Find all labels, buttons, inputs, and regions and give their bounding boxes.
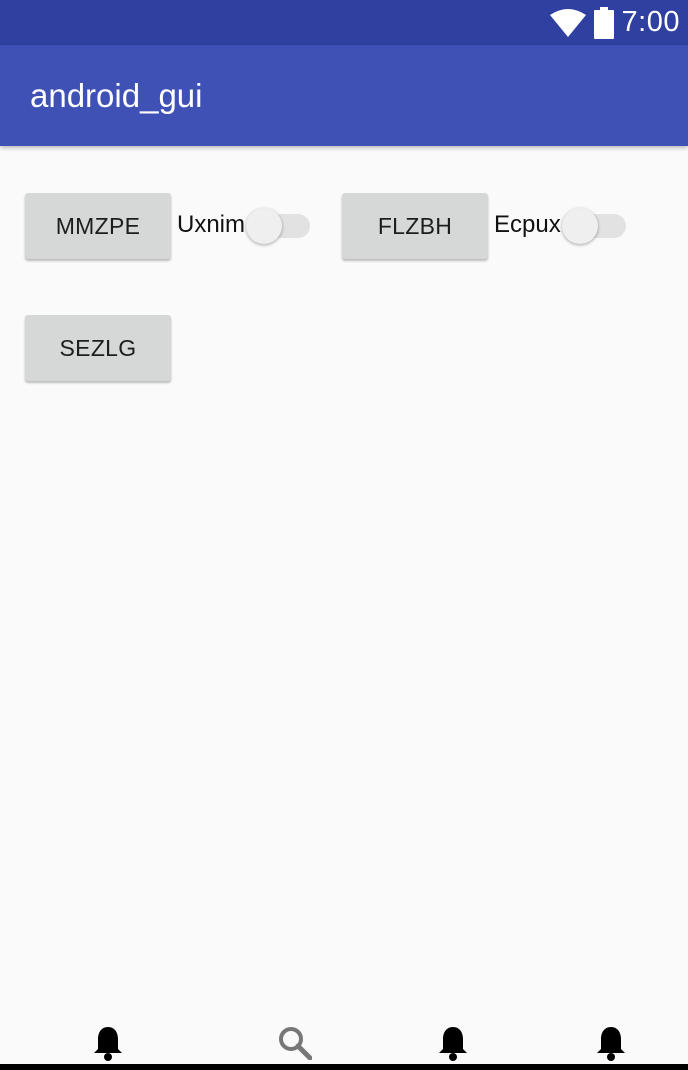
bottom-navigation <box>0 1016 688 1066</box>
app-bar: android_gui <box>0 45 688 146</box>
nav-item-bell-2[interactable] <box>435 1024 471 1062</box>
mmzpe-button[interactable]: MMZPE <box>25 193 171 259</box>
nav-item-bell-3[interactable] <box>593 1024 629 1062</box>
switch-label-uxnim: Uxnim <box>177 211 246 238</box>
nav-item-bell-1[interactable] <box>90 1024 126 1062</box>
flzbh-button[interactable]: FLZBH <box>342 193 488 259</box>
sezlg-button[interactable]: SEZLG <box>25 315 171 381</box>
bell-icon <box>439 1027 467 1061</box>
switch-thumb <box>562 208 598 244</box>
switch-label-ecpux: Ecpux <box>494 211 561 238</box>
nav-item-search[interactable] <box>277 1024 313 1062</box>
battery-icon <box>593 6 614 39</box>
switch-thumb <box>246 208 282 244</box>
wifi-icon <box>549 8 586 37</box>
bell-icon <box>597 1027 625 1061</box>
search-icon <box>279 1027 312 1060</box>
bell-icon <box>94 1027 122 1061</box>
bottom-edge <box>0 1064 688 1070</box>
uxnim-switch[interactable] <box>246 206 310 246</box>
main-content: MMZPE Uxnim FLZBH Ecpux SEZLG <box>0 146 688 1026</box>
app-title: android_gui <box>30 76 203 114</box>
ecpux-switch[interactable] <box>562 206 626 246</box>
status-time: 7:00 <box>621 6 680 38</box>
status-bar: 7:00 <box>0 0 688 45</box>
